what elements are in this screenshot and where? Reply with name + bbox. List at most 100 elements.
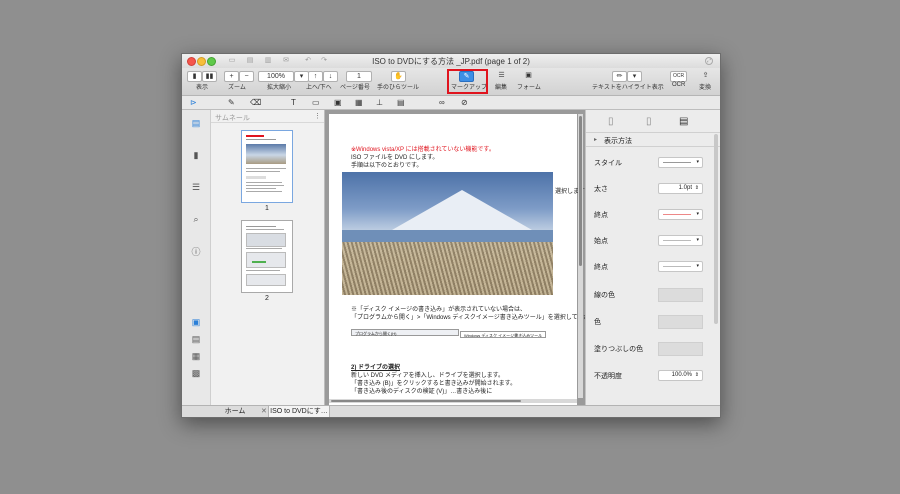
page-up-icon[interactable]: ↑ <box>308 71 323 82</box>
page-up-down-control[interactable]: ↑ ↓ <box>308 71 338 82</box>
textbox-icon[interactable]: ▣ <box>334 98 342 107</box>
horizontal-scrollbar[interactable] <box>329 399 577 403</box>
highlight-label: テキストをハイライト表示 <box>592 85 664 91</box>
sidebar-mode-bar: ▤ ▮ ☰ ⌕ ⓘ ▣ ▤ ▦ ▩ <box>182 110 211 405</box>
document-info-icon[interactable]: ▯ <box>608 116 614 127</box>
fullscreen-icon[interactable]: ⤢ <box>705 57 713 65</box>
form-tool[interactable]: ▣ <box>522 71 535 80</box>
opacity-value: 100.0% <box>671 372 692 378</box>
tab-document[interactable]: ISO to DVDにす… <box>268 406 330 417</box>
startpoint-label: 始点 <box>594 238 608 245</box>
inspector-panel: ▯ ▯ ▤ ▸ 表示方法 スタイル ▾ 太さ 1.0pt ⇕ 終点 ▾ 始点 ▾ … <box>585 110 720 405</box>
zoom-control[interactable]: + − <box>224 71 254 82</box>
hand-label: 手のひらツール <box>377 85 420 91</box>
convert-label: 変換 <box>699 85 712 91</box>
edit-icon[interactable]: ☰ <box>495 71 508 80</box>
thumbnail-page-1[interactable] <box>241 130 293 203</box>
convert-icon[interactable]: ⇪ <box>699 71 712 80</box>
search-icon[interactable]: ⌕ <box>191 214 201 224</box>
document-view[interactable]: ※Windows vista/XP には搭載されていない機能です。 ISO ファ… <box>325 110 585 405</box>
thumbnails-icon[interactable]: ▤ <box>191 118 201 128</box>
stamp-icon[interactable]: ⊥ <box>376 98 383 107</box>
page-info-icon[interactable]: ▯ <box>646 116 652 127</box>
section-collapse-icon[interactable]: ▸ <box>594 136 597 143</box>
bookmark-icon[interactable]: ▮ <box>191 150 201 160</box>
vertical-scrollbar[interactable] <box>578 114 583 398</box>
inspector-scrollbar[interactable] <box>714 134 718 324</box>
hand-icon[interactable]: ✋ <box>391 71 406 82</box>
page-down-icon[interactable]: ↓ <box>323 71 338 82</box>
line-color-label: 線の色 <box>594 292 615 299</box>
info-icon[interactable]: ⓘ <box>191 247 201 257</box>
window-title: ISO to DVDにする方法 _JP.pdf (page 1 of 2) <box>372 57 530 66</box>
properties-icon[interactable]: ▤ <box>679 116 688 127</box>
horizontal-scroll-thumb[interactable] <box>331 400 521 402</box>
grid-medium-icon[interactable]: ▤ <box>191 334 201 344</box>
outline-icon[interactable]: ☰ <box>191 182 201 192</box>
section-title: 表示方法 <box>604 138 632 145</box>
highlight-tool[interactable]: ✏ ▾ <box>612 71 642 82</box>
note-icon[interactable]: ▤ <box>397 98 405 107</box>
highlight-dropdown-icon[interactable]: ▾ <box>627 71 642 82</box>
pen-icon[interactable]: ✎ <box>228 98 235 107</box>
annotation-toolbar: ⊳ ✎ ⌫ T ▭ ▣ ▦ ⊥ ▤ ∞ ⊘ <box>182 96 720 110</box>
opacity-label: 不透明度 <box>594 373 622 380</box>
ocr-icon[interactable]: OCR <box>670 71 688 82</box>
fill-color-swatch[interactable] <box>658 342 703 356</box>
line-color-swatch[interactable] <box>658 288 703 302</box>
convert-tool[interactable]: ⇪ <box>699 71 712 80</box>
grid-small-icon[interactable]: ▣ <box>191 317 201 327</box>
grid-large-icon[interactable]: ▦ <box>191 351 201 361</box>
two-page-icon[interactable]: ▮▮ <box>202 71 217 82</box>
scale-label: 拡大縮小 <box>267 85 292 91</box>
color-swatch[interactable] <box>658 315 703 329</box>
opacity-stepper[interactable]: 100.0% ⇕ <box>658 370 703 381</box>
zoom-dropdown-icon[interactable]: ▾ <box>294 71 309 82</box>
tab-bar: ホーム ✕ ISO to DVDにす… <box>182 405 720 417</box>
width-label: 太さ <box>594 186 608 193</box>
thumbnail-page-2[interactable] <box>241 220 293 293</box>
page-number-label: ページ番号 <box>340 85 370 91</box>
hand-tool[interactable]: ✋ <box>391 71 406 82</box>
zoom-out-button[interactable]: − <box>239 71 254 82</box>
width-stepper[interactable]: 1.0pt ⇕ <box>658 183 703 194</box>
vertical-scroll-thumb[interactable] <box>579 116 582 266</box>
doc-line-2: 手順は以下のとおりです。 <box>351 163 423 169</box>
page-number-field[interactable]: 1 <box>346 71 372 82</box>
endpoint2-dropdown[interactable]: ▾ <box>658 261 703 272</box>
single-page-icon[interactable]: ▮ <box>187 71 202 82</box>
thumbnail-menu-icon[interactable]: ⋮ <box>314 112 321 120</box>
tab-close-icon[interactable]: ✕ <box>261 407 267 415</box>
scale-control[interactable]: 100% ▾ <box>258 71 309 82</box>
select-tool-icon[interactable]: ⊳ <box>190 98 197 107</box>
startpoint-dropdown[interactable]: ▾ <box>658 235 703 246</box>
view-control[interactable]: ▮ ▮▮ <box>187 71 217 82</box>
endpoint-dropdown[interactable]: ▾ <box>658 209 703 220</box>
zoom-value-field[interactable]: 100% <box>258 71 294 82</box>
text-tool-icon[interactable]: T <box>291 98 296 107</box>
grid-xlarge-icon[interactable]: ▩ <box>191 368 201 378</box>
form-label: フォーム <box>517 85 541 91</box>
shape-icon[interactable]: ▦ <box>355 98 363 107</box>
tab-home[interactable]: ホーム <box>210 406 260 417</box>
note-line-2: 「プログラムから開く」>「Windows ディスクイメージ書き込みツール」を選択… <box>351 315 585 321</box>
edit-tool[interactable]: ☰ <box>495 71 508 80</box>
form-icon[interactable]: ▣ <box>522 71 535 80</box>
fill-color-label: 塗りつぶしの色 <box>594 346 644 353</box>
highlighter-icon[interactable]: ✏ <box>612 71 627 82</box>
title-bar: ▭ ▤ ▥ ✉ ↶ ↷ ISO to DVDにする方法 _JP.pdf (pag… <box>182 54 720 68</box>
ocr-tool[interactable]: OCR <box>670 71 688 82</box>
link-icon[interactable]: ∞ <box>439 98 445 107</box>
style-label: スタイル <box>594 160 622 167</box>
zoom-in-button[interactable]: + <box>224 71 239 82</box>
style-dropdown[interactable]: ▾ <box>658 157 703 168</box>
ocr-label: OCR <box>672 82 686 88</box>
attach-icon[interactable]: ⊘ <box>461 98 468 107</box>
mount-fuji-photo <box>342 172 553 295</box>
eraser-icon[interactable]: ⌫ <box>250 98 261 107</box>
body-line-3: 「書き込み後のディスクの検証 (V)」…書き込み後に <box>351 389 493 395</box>
edit-label: 編集 <box>495 85 508 91</box>
comment-icon[interactable]: ▭ <box>312 98 320 107</box>
thumbnail-panel: サムネール ⋮ 1 2 <box>211 110 325 405</box>
page-number-control[interactable]: 1 <box>346 71 372 82</box>
